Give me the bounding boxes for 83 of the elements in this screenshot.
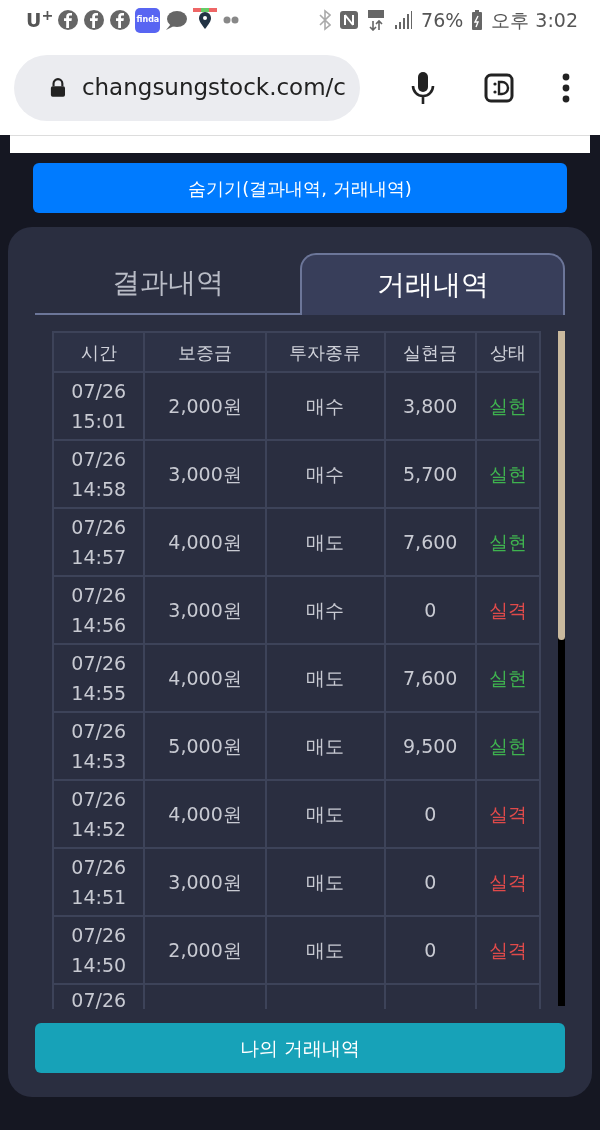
signal-icon xyxy=(393,10,414,30)
table-cell: 4,000원 xyxy=(144,644,266,712)
table-cell: 매도 xyxy=(265,712,385,780)
time-text: 14:50 xyxy=(70,953,128,978)
time-text: 14:52 xyxy=(70,817,128,842)
time-text: 14:51 xyxy=(70,885,128,910)
more-dots-icon xyxy=(222,15,241,25)
time-text: 14:53 xyxy=(70,749,128,774)
nfc-icon xyxy=(339,10,360,30)
table-cell: 0 xyxy=(384,848,476,916)
smiley-tab-icon[interactable] xyxy=(484,72,514,103)
circle-f-icon xyxy=(57,9,80,31)
column-header: 시간 xyxy=(53,332,145,372)
hide-button[interactable]: 숨기기(결과내역, 거래내역) xyxy=(33,163,567,213)
table-cell: 매도 xyxy=(265,644,385,712)
table-cell: 0 xyxy=(384,780,476,848)
circle-f-icon xyxy=(83,9,106,31)
url-text: changsungstock.com/c xyxy=(81,73,346,103)
table-cell: 7,600 xyxy=(384,508,476,576)
status-cell: 실현 xyxy=(475,508,540,576)
status-cell: 실격 xyxy=(475,848,540,916)
status-cell: 실현 xyxy=(475,372,540,440)
time-text: 14:57 xyxy=(70,545,128,570)
table-cell: 5,700 xyxy=(384,440,476,508)
time-text: 14:58 xyxy=(70,477,128,502)
battery-percent: 76% xyxy=(421,7,464,33)
date-text: 07/26 xyxy=(70,379,128,404)
status-cell: 실격 xyxy=(475,780,540,848)
table-cell: 2,000원 xyxy=(144,916,266,984)
status-cell: 실현 xyxy=(475,644,540,712)
lte-data-icon xyxy=(367,9,386,31)
table-cell: 매도 xyxy=(265,508,385,576)
table-cell: 4,000원 xyxy=(144,780,266,848)
table-cell: 3,000원 xyxy=(144,848,266,916)
column-header: 투자종류 xyxy=(265,332,385,372)
table-cell: 매도 xyxy=(265,848,385,916)
date-text: 07/26 xyxy=(70,651,128,676)
scrollbar-thumb[interactable] xyxy=(558,331,565,640)
status-cell: 실격 xyxy=(475,576,540,644)
table-cell: 9,500 xyxy=(384,712,476,780)
table-cell: 매도 xyxy=(265,780,385,848)
table-cell: 매수 xyxy=(265,576,385,644)
lock-icon xyxy=(50,76,66,99)
date-text: 07/26 xyxy=(70,515,128,540)
date-text: 07/26 xyxy=(70,855,128,880)
date-text: 07/26 xyxy=(70,787,128,812)
tab[interactable]: 거래내역 xyxy=(300,253,565,315)
date-text: 07/26 xyxy=(70,583,128,608)
column-header: 보증금 xyxy=(144,332,266,372)
date-text: 07/26 xyxy=(70,447,128,472)
time-text: 14:55 xyxy=(70,681,128,706)
time-text: 14:56 xyxy=(70,613,128,638)
table-cell: 2,000원 xyxy=(144,372,266,440)
table-cell: 0 xyxy=(384,576,476,644)
status-cell: 실격 xyxy=(475,916,540,984)
table-cell: 매도 xyxy=(265,916,385,984)
chat-bubble-icon xyxy=(164,9,189,31)
app-icon: finda xyxy=(135,7,161,33)
table-cell: 3,000원 xyxy=(144,440,266,508)
table-cell: 매수 xyxy=(265,440,385,508)
table-cell: 5,000원 xyxy=(144,712,266,780)
column-header: 실현금 xyxy=(384,332,476,372)
table-cell: 3,000원 xyxy=(144,576,266,644)
date-text: 07/26 xyxy=(70,923,128,948)
address-bar[interactable]: changsungstock.com/c xyxy=(14,54,360,121)
circle-f-icon xyxy=(109,9,132,31)
column-header: 상태 xyxy=(475,332,540,372)
battery-charging-icon xyxy=(471,9,484,31)
clock: 오후 3:02 xyxy=(491,7,578,33)
table-cell: 0 xyxy=(384,916,476,984)
microphone-icon[interactable] xyxy=(410,70,436,105)
time-text: 15:01 xyxy=(70,409,128,434)
status-cell: 실현 xyxy=(475,712,540,780)
menu-icon[interactable] xyxy=(562,72,570,103)
table-cell: 3,800 xyxy=(384,372,476,440)
table-cell: 4,000원 xyxy=(144,508,266,576)
table-cell: 매수 xyxy=(265,372,385,440)
status-cell: 실현 xyxy=(475,440,540,508)
carrier-logo: U$^{+}$ xyxy=(26,5,54,33)
bluetooth-icon xyxy=(319,9,332,31)
date-text: 07/26 xyxy=(70,988,128,1009)
table-cell: 7,600 xyxy=(384,644,476,712)
date-text: 07/26 xyxy=(70,719,128,744)
